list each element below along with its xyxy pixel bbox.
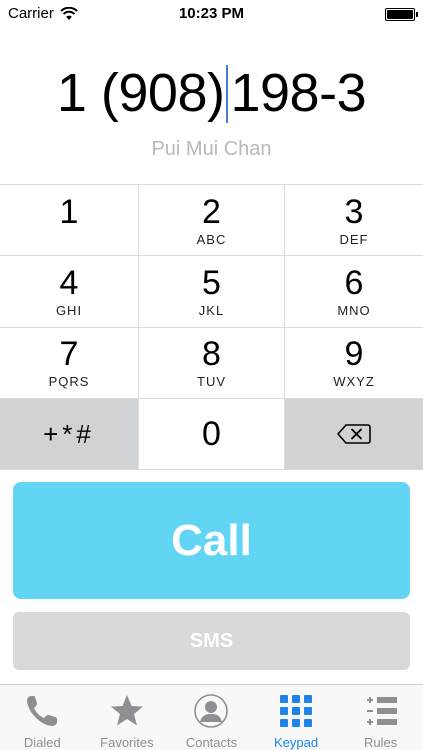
- key-letters: DEF: [339, 231, 369, 247]
- tab-label: Rules: [364, 735, 398, 750]
- key-digit: 7: [59, 335, 79, 374]
- status-bar: Carrier 10:23 PM: [0, 0, 423, 28]
- key-8[interactable]: 8 TUV: [139, 327, 285, 399]
- tab-label: Keypad: [274, 735, 319, 750]
- delete-key[interactable]: [285, 398, 423, 470]
- dialed-number[interactable]: 1 (908) 198-3: [0, 58, 423, 128]
- key-digit: 8: [202, 335, 221, 374]
- key-0[interactable]: 0: [139, 398, 285, 470]
- key-3[interactable]: 3 DEF: [285, 185, 423, 257]
- text-cursor: [226, 64, 229, 123]
- star-icon: [110, 695, 143, 726]
- number-before-cursor: 1 (908): [56, 63, 225, 123]
- special-symbols-label: +*#: [43, 418, 95, 449]
- special-symbols-key[interactable]: +*#: [0, 398, 139, 470]
- tab-label: Contacts: [185, 735, 238, 750]
- battery-fill: [387, 10, 413, 19]
- sms-button[interactable]: SMS: [13, 612, 410, 670]
- key-digit: 0: [202, 414, 221, 453]
- tab-contacts[interactable]: Contacts: [169, 685, 254, 750]
- call-button[interactable]: Call: [13, 482, 410, 599]
- tab-dialed[interactable]: Dialed: [0, 685, 85, 750]
- key-4[interactable]: 4 GHI: [0, 256, 139, 328]
- contact-name: Pui Mui Chan: [151, 138, 272, 160]
- tab-bar: Dialed Favorites Contacts Keypad Rules: [0, 684, 423, 750]
- rules-icon: [366, 697, 397, 725]
- key-letters: TUV: [197, 374, 226, 390]
- tab-label: Favorites: [100, 735, 154, 750]
- phone-icon: [27, 696, 58, 726]
- tab-keypad[interactable]: Keypad: [254, 685, 339, 750]
- tab-rules[interactable]: Rules: [338, 685, 423, 750]
- keypad-icon: [280, 695, 313, 727]
- key-digit: 2: [202, 192, 221, 231]
- key-letters: WXYZ: [333, 374, 375, 390]
- key-letters: MNO: [337, 302, 371, 318]
- key-letters: JKL: [198, 302, 225, 318]
- key-6[interactable]: 6 MNO: [285, 256, 423, 328]
- key-digit: 5: [202, 263, 221, 302]
- person-icon: [194, 694, 229, 728]
- tab-label: Dialed: [23, 735, 61, 750]
- key-letters: PQRS: [48, 374, 90, 390]
- key-letters: ABC: [196, 231, 227, 247]
- key-letters: GHI: [55, 302, 83, 318]
- key-digit: 6: [344, 263, 364, 302]
- key-1[interactable]: 1: [0, 185, 139, 257]
- key-7[interactable]: 7 PQRS: [0, 327, 139, 399]
- key-digit: 4: [59, 263, 79, 302]
- key-5[interactable]: 5 JKL: [139, 256, 285, 328]
- key-digit: 9: [344, 335, 364, 374]
- key-digit: 1: [59, 192, 79, 231]
- key-9[interactable]: 9 WXYZ: [285, 327, 423, 399]
- key-2[interactable]: 2 ABC: [139, 185, 285, 257]
- battery-icon: [385, 8, 418, 21]
- number-after-cursor: 198-3: [230, 63, 367, 123]
- status-time: 10:23 PM: [178, 5, 245, 22]
- key-digit: 3: [344, 192, 364, 231]
- backspace-icon: [337, 424, 371, 444]
- tab-favorites[interactable]: Favorites: [85, 685, 170, 750]
- keypad: 1 2 ABC 3 DEF 4 GHI 5 JKL 6 MNO 7 PQRS 8…: [0, 184, 423, 470]
